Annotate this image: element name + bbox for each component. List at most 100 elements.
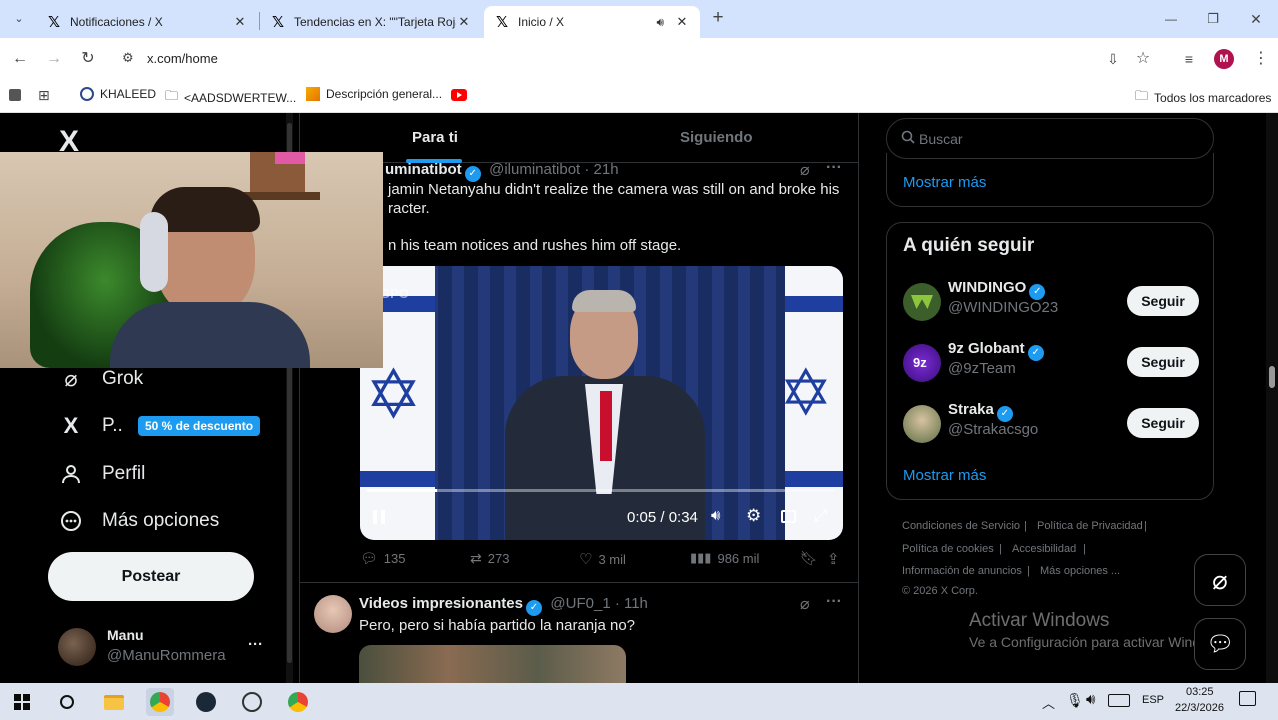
youtube-icon[interactable] [451,89,467,101]
nav-item-more[interactable]: Más opciones [58,508,219,534]
bookmark-star-icon[interactable]: ☆ [1132,48,1154,70]
video-progress-track[interactable] [367,489,835,492]
tab-notifications[interactable]: 𝕏 Notificaciones / X ✕ [36,6,258,38]
language-indicator[interactable]: ESP [1142,694,1164,706]
nav-item-premium[interactable]: X P.. 50 % de descuento [58,413,261,439]
tweet-more-icon[interactable]: ··· [826,593,842,611]
footer-more-link[interactable]: Más opciones ... [1040,565,1120,577]
tweet[interactable]: uminatibot ✓ @iluminatibot · 21h ⌀ ··· ja… [300,159,858,583]
tweet[interactable]: Videos impresionantes ✓ @UF0_1 · 11h ⌀ ··… [300,583,858,683]
post-button[interactable]: Postear [48,552,254,601]
restore-button[interactable]: ❐ [1202,8,1224,30]
pip-icon[interactable] [781,510,796,523]
notifications-icon[interactable] [1239,691,1256,706]
follow-suggestion[interactable]: WINDINGO ✓ @WINDINGO23 Seguir [903,279,1199,329]
show-more-link[interactable]: Mostrar más [903,467,986,484]
apps-square-icon[interactable] [9,89,21,101]
tweet-more-icon[interactable]: ··· [826,159,842,177]
grok-float-button[interactable]: ⌀ [1194,554,1246,606]
keyboard-icon[interactable] [1108,694,1130,707]
tab-search-icon[interactable]: ⌄ [8,8,30,30]
footer-cookies-link[interactable]: Política de cookies [902,543,994,555]
nav-item-profile[interactable]: Perfil [58,461,145,487]
views-button[interactable]: ▮▮▮ 986 mil [690,550,759,566]
chrome-menu-icon[interactable]: ⋮ [1250,48,1272,70]
avatar [58,628,96,666]
clock-time[interactable]: 03:25 [1186,686,1214,698]
site-settings-icon[interactable]: ⚙︎ [122,50,134,66]
account-switcher[interactable]: Manu @ManuRommera ··· [58,626,278,670]
bookmark-icon[interactable]: 🔖︎ [800,550,818,567]
tab-trends[interactable]: 𝕏 Tendencias en X: ""Tarjeta Roja" ✕ [260,6,482,38]
grok-tweet-icon[interactable]: ⌀ [800,594,810,614]
tray-chevron-icon[interactable]: ︿ [1042,693,1055,712]
tab-home[interactable]: 𝕏 Inicio / X 🔊︎ ✕ [484,6,700,38]
follow-button[interactable]: Seguir [1127,347,1199,377]
avatar [314,595,352,633]
media-control-icon[interactable]: ≡ [1178,48,1200,70]
window-close-button[interactable]: ✕ [1245,8,1267,30]
clock-date[interactable]: 22/3/2026 [1175,702,1224,714]
file-explorer-icon[interactable] [100,688,128,716]
footer-ads-link[interactable]: Información de anuncios [902,565,1022,577]
tweet-author-handle[interactable]: @iluminatibot · 21h [489,161,618,178]
chrome-profile-icon[interactable] [146,688,174,716]
all-bookmarks[interactable]: 🗀 Todos los marcadores [1135,87,1271,109]
microphone-icon[interactable]: 🎙︎ [1066,692,1084,709]
follow-button[interactable]: Seguir [1127,286,1199,316]
speaker-icon[interactable]: 🔊︎ [1086,691,1095,708]
footer-accessibility-link[interactable]: Accesibilidad [1012,543,1076,555]
search-circle-icon[interactable] [53,688,81,716]
settings-icon[interactable]: ⚙︎ [746,506,761,526]
bookmark-folder[interactable]: 🗀 <AADSDWERTEW... [165,87,296,109]
scrollbar-thumb[interactable] [1269,366,1275,388]
tweet-author-name[interactable]: uminatibot [385,161,462,178]
show-more-link[interactable]: Mostrar más [903,174,986,191]
tweet-author-handle[interactable]: @UF0_1 · 11h [550,595,648,612]
profile-avatar[interactable]: M [1214,49,1234,69]
back-icon[interactable]: ← [9,48,31,70]
fullscreen-icon[interactable]: ⤢ [814,506,828,526]
tab-following[interactable]: Siguiendo [680,129,753,146]
tab-for-you[interactable]: Para ti [412,129,458,146]
repost-button[interactable]: ⇄ 273 [470,550,509,567]
steam-icon[interactable] [192,688,220,716]
minimize-button[interactable]: — [1160,8,1182,30]
tab-close-icon[interactable]: ✕ [674,14,690,30]
url-text[interactable]: x.com/home [147,51,218,66]
account-more-icon[interactable]: ··· [248,636,263,653]
new-tab-button[interactable]: + [707,7,729,29]
like-button[interactable]: ♡ 3 mil [579,550,626,568]
omnibox[interactable]: ⚙︎ x.com/home [112,43,1164,75]
tweet-author-name[interactable]: Videos impresionantes [359,595,523,612]
follow-button[interactable]: Seguir [1127,408,1199,438]
reply-button[interactable]: 💬︎ 135 [360,550,405,567]
tab-close-icon[interactable]: ✕ [456,14,472,30]
volume-icon[interactable]: 🔊︎ [711,507,720,524]
app-icon[interactable] [238,688,266,716]
follow-suggestion[interactable]: Straka ✓ @Strakacsgo Seguir [903,401,1199,451]
audio-playing-icon[interactable]: 🔊︎ [656,15,664,30]
messages-float-button[interactable]: 💬︎ [1194,618,1246,670]
install-app-icon[interactable]: ⇩ [1102,48,1124,70]
chrome-icon[interactable] [284,688,312,716]
page-scrollbar[interactable] [1266,113,1278,683]
search-icon [901,130,915,149]
bookmark-khaleed[interactable]: KHALEED [80,87,156,101]
share-icon[interactable]: ⇪ [827,550,840,568]
apps-grid-icon[interactable]: ⊞ [38,87,50,104]
reload-icon[interactable]: ↻ [77,48,99,70]
bookmark-overview[interactable]: Descripción general... [306,87,442,101]
forward-icon[interactable]: → [43,48,65,70]
tab-close-icon[interactable]: ✕ [232,14,248,30]
nav-item-grok[interactable]: ⌀ Grok [58,366,143,392]
footer-terms-link[interactable]: Condiciones de Servicio [902,520,1020,532]
follow-suggestion[interactable]: 9z 9z Globant ✓ @9zTeam Seguir [903,340,1199,390]
grok-tweet-icon[interactable]: ⌀ [800,160,810,180]
globe-icon [80,87,94,101]
verified-badge-icon: ✓ [1027,345,1044,361]
video-player[interactable]: ✡ ✡ GPO 0:05 / 0:34 🔊︎ ⚙︎ ⤢ [360,266,843,540]
windows-start-icon[interactable] [8,688,36,716]
footer-privacy-link[interactable]: Política de Privacidad [1037,520,1143,532]
tweet-media[interactable] [359,645,626,683]
